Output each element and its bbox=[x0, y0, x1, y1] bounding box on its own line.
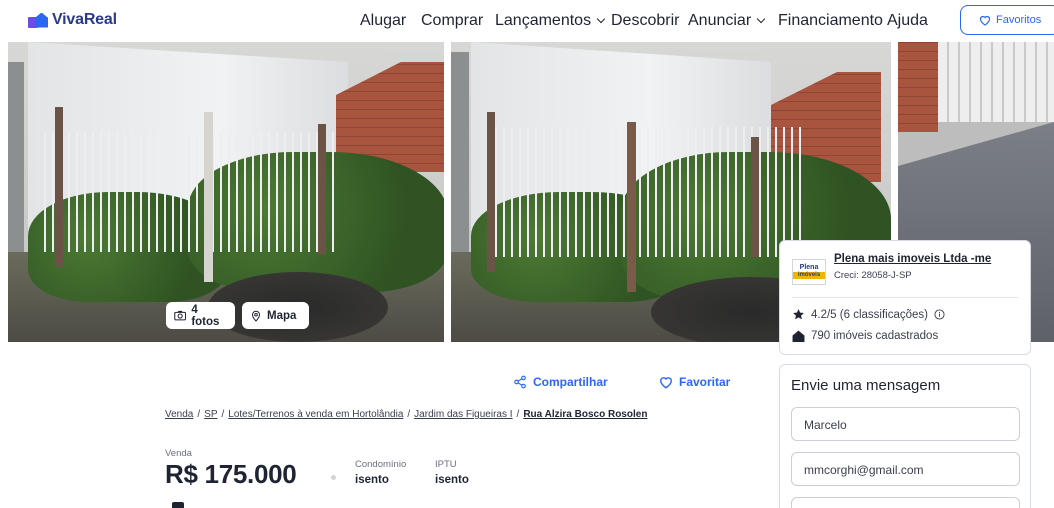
share-label: Compartilhar bbox=[533, 375, 608, 389]
email-input[interactable]: mmcorghi@gmail.com bbox=[791, 452, 1020, 486]
nav-alugar[interactable]: Alugar bbox=[360, 12, 406, 30]
agent-name[interactable]: Plena mais imoveis Ltda -me bbox=[834, 253, 991, 265]
breadcrumb-separator: / bbox=[221, 409, 225, 420]
nav-descobrir[interactable]: Descobrir bbox=[611, 12, 679, 30]
name-input[interactable]: Marcelo bbox=[791, 407, 1020, 441]
house-icon bbox=[792, 330, 805, 342]
map-button[interactable]: Mapa bbox=[242, 302, 309, 329]
favorite-button[interactable]: Favoritar bbox=[659, 375, 730, 389]
agent-creci: Creci: 28058-J-SP bbox=[834, 270, 912, 281]
favorites-button[interactable]: Favoritos bbox=[960, 5, 1054, 35]
iptu-label: IPTU bbox=[435, 459, 457, 470]
nav-label: Alugar bbox=[360, 12, 407, 29]
star-icon bbox=[793, 309, 804, 320]
nav-anunciar[interactable]: Anunciar bbox=[688, 12, 766, 30]
nav-comprar[interactable]: Comprar bbox=[421, 12, 483, 30]
vivareal-logo[interactable]: VivaReal bbox=[28, 11, 117, 29]
price-value: R$ 175.000 bbox=[165, 459, 297, 489]
camera-icon bbox=[174, 310, 187, 321]
message-form: Envie uma mensagem Marcelo mmcorghi@gmai… bbox=[779, 364, 1031, 508]
breadcrumb-separator: / bbox=[516, 409, 520, 420]
message-form-title: Envie uma mensagem bbox=[791, 377, 941, 394]
agent-rating-text: 4.2/5 (6 classificações) bbox=[811, 308, 928, 321]
agent-rating: 4.2/5 (6 classificações) bbox=[792, 308, 945, 321]
nav-label: Anunciar bbox=[688, 12, 752, 29]
phone-input[interactable] bbox=[791, 497, 1020, 508]
agent-card: Plena imóveis Plena mais imoveis Ltda -me… bbox=[779, 240, 1031, 355]
map-button-label: Mapa bbox=[267, 309, 297, 322]
nav-label: Ajuda bbox=[887, 12, 928, 29]
share-button[interactable]: Compartilhar bbox=[513, 375, 608, 389]
share-icon bbox=[514, 375, 526, 389]
separator-dot bbox=[331, 475, 336, 480]
breadcrumb-venda[interactable]: Venda bbox=[165, 409, 193, 420]
logo-icon bbox=[28, 12, 48, 28]
nav-ajuda[interactable]: Ajuda bbox=[887, 12, 928, 30]
area-icon bbox=[172, 502, 184, 508]
condo-value: isento bbox=[355, 474, 389, 486]
agent-logo-sub: imóveis bbox=[793, 272, 825, 279]
breadcrumb-separator: / bbox=[407, 409, 411, 420]
breadcrumb: Venda / SP / Lotes/Terrenos à venda em Hor… bbox=[165, 409, 647, 420]
heart-icon bbox=[979, 15, 991, 26]
iptu-value: isento bbox=[435, 474, 469, 486]
top-header: VivaReal Alugar Comprar Lançamentos Desc… bbox=[0, 0, 1054, 42]
agent-logo[interactable]: Plena imóveis bbox=[792, 259, 826, 285]
logo-text: VivaReal bbox=[52, 11, 117, 28]
favorite-label: Favoritar bbox=[679, 375, 731, 389]
nav-label: Financiamento bbox=[778, 12, 883, 29]
photos-button[interactable]: 4 fotos bbox=[166, 302, 235, 329]
agent-listings: 790 imóveis cadastrados bbox=[792, 330, 938, 342]
breadcrumb-lotes[interactable]: Lotes/Terrenos à venda em Hortolândia bbox=[228, 409, 403, 420]
agent-listings-text: 790 imóveis cadastrados bbox=[811, 330, 939, 342]
agent-logo-text: Plena bbox=[799, 264, 819, 271]
heart-icon bbox=[660, 376, 672, 389]
breadcrumb-bairro[interactable]: Jardim das Figueiras I bbox=[414, 409, 512, 420]
nav-label: Descobrir bbox=[611, 12, 680, 29]
photos-button-label: 4 fotos bbox=[191, 303, 220, 328]
breadcrumb-separator: / bbox=[197, 409, 201, 420]
condo-label: Condomínio bbox=[355, 459, 407, 470]
divider bbox=[792, 297, 1018, 298]
nav-label: Comprar bbox=[421, 12, 484, 29]
nav-label: Lançamentos bbox=[495, 12, 592, 29]
chevron-down-icon bbox=[756, 14, 766, 24]
chevron-down-icon bbox=[596, 14, 606, 24]
price-label: Venda bbox=[165, 448, 192, 459]
breadcrumb-sp[interactable]: SP bbox=[204, 409, 217, 420]
nav-lancamentos[interactable]: Lançamentos bbox=[495, 12, 606, 30]
map-pin-icon bbox=[251, 310, 261, 322]
favorites-label: Favoritos bbox=[996, 14, 1042, 26]
gallery-photo-1[interactable]: 4 fotos Mapa bbox=[8, 42, 444, 342]
nav-financiamento[interactable]: Financiamento bbox=[778, 12, 883, 30]
info-icon[interactable] bbox=[934, 309, 945, 320]
breadcrumb-street[interactable]: Rua Alzira Bosco Rosolen bbox=[523, 409, 647, 420]
